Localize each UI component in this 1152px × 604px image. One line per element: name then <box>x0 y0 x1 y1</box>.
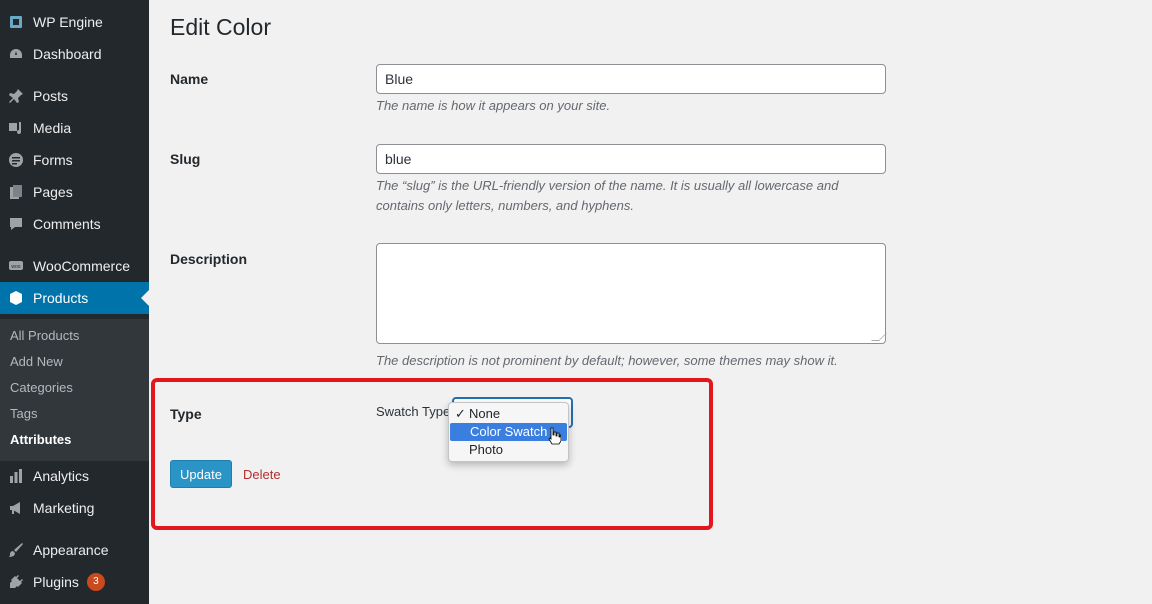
comment-icon <box>7 215 25 233</box>
sidebar-item-label: Posts <box>33 88 69 104</box>
delete-link[interactable]: Delete <box>243 467 281 482</box>
slug-description-line-1: The “slug” is the URL-friendly version o… <box>376 178 839 193</box>
forms-icon <box>7 151 25 169</box>
pages-icon <box>7 183 25 201</box>
sidebar-item-woocommerce[interactable]: woo WooCommerce <box>0 250 149 282</box>
sidebar-item-label: Plugins <box>33 574 79 590</box>
name-label: Name <box>170 71 209 87</box>
sidebar-item-comments[interactable]: Comments <box>0 208 149 240</box>
option-label: None <box>469 406 501 421</box>
option-color-swatch[interactable]: Color Swatch <box>450 423 567 441</box>
sidebar-item-forms[interactable]: Forms <box>0 144 149 176</box>
swatch-type-dropdown: ✓ None Color Swatch Photo <box>448 402 569 462</box>
active-menu-arrow <box>141 290 149 306</box>
submenu-item-all-products[interactable]: All Products <box>0 323 149 349</box>
sidebar-item-analytics[interactable]: Analytics <box>0 460 149 492</box>
page-title: Edit Color <box>170 14 271 40</box>
sidebar-item-media[interactable]: Media <box>0 112 149 144</box>
submenu-item-add-new[interactable]: Add New <box>0 349 149 375</box>
plugin-icon <box>7 573 25 591</box>
sidebar-item-pages[interactable]: Pages <box>0 176 149 208</box>
sidebar-item-label: Pages <box>33 184 73 200</box>
slug-label: Slug <box>170 151 201 167</box>
sidebar-item-label: WooCommerce <box>33 258 130 274</box>
sidebar-item-label: Forms <box>33 152 73 168</box>
products-icon <box>7 289 25 307</box>
name-description: The name is how it appears on your site. <box>376 98 611 113</box>
option-none[interactable]: ✓ None <box>449 405 568 423</box>
paintbrush-icon <box>7 541 25 559</box>
option-label: Photo <box>469 442 503 457</box>
submenu-item-attributes[interactable]: Attributes <box>0 427 149 453</box>
description-textarea[interactable] <box>376 243 886 344</box>
wp-engine-icon <box>7 13 25 31</box>
sidebar-item-label: Marketing <box>33 500 95 516</box>
slug-description-line-2: contains only letters, numbers, and hyph… <box>376 198 634 213</box>
sidebar-item-label: Products <box>33 290 89 306</box>
option-photo[interactable]: Photo <box>449 441 568 459</box>
dashboard-icon <box>7 45 25 63</box>
submenu-item-categories[interactable]: Categories <box>0 375 149 401</box>
submenu-item-tags[interactable]: Tags <box>0 401 149 427</box>
type-label: Type <box>170 406 202 422</box>
megaphone-icon <box>7 499 25 517</box>
plugins-update-badge: 3 <box>86 573 105 591</box>
swatch-type-label: Swatch Type <box>376 404 451 419</box>
description-label: Description <box>170 251 248 267</box>
slug-input[interactable] <box>376 144 886 174</box>
svg-text:woo: woo <box>11 264 20 270</box>
option-label: Color Swatch <box>470 424 548 439</box>
sidebar-item-label: Analytics <box>33 468 90 484</box>
media-icon <box>7 119 25 137</box>
bar-chart-icon <box>7 467 25 485</box>
sidebar-item-dashboard[interactable]: Dashboard <box>0 38 149 70</box>
sidebar-item-marketing[interactable]: Marketing <box>0 492 149 524</box>
sidebar-item-label: WP Engine <box>33 14 103 30</box>
edit-term-form: Edit Color Name The name is how it appea… <box>149 0 1152 604</box>
sidebar-item-label: Dashboard <box>33 46 102 62</box>
sidebar-item-label: Media <box>33 120 72 136</box>
update-button[interactable]: Update <box>170 460 232 488</box>
sidebar-item-appearance[interactable]: Appearance <box>0 534 149 566</box>
description-help: The description is not prominent by defa… <box>376 353 838 368</box>
name-input[interactable] <box>376 64 886 94</box>
admin-sidebar: WP Engine Dashboard Posts Media Forms Pa… <box>0 0 149 604</box>
woocommerce-icon: woo <box>7 257 25 275</box>
products-submenu: All Products Add New Categories Tags Att… <box>0 319 149 461</box>
sidebar-item-products[interactable]: Products <box>0 282 149 314</box>
pushpin-icon <box>7 87 25 105</box>
sidebar-item-plugins[interactable]: Plugins 3 <box>0 566 149 598</box>
sidebar-item-label: Comments <box>33 216 101 232</box>
checkmark-icon: ✓ <box>455 406 466 421</box>
highlight-annotation <box>151 378 713 530</box>
sidebar-item-label: Appearance <box>33 542 109 558</box>
sidebar-item-wp-engine[interactable]: WP Engine <box>0 6 149 38</box>
sidebar-item-posts[interactable]: Posts <box>0 80 149 112</box>
